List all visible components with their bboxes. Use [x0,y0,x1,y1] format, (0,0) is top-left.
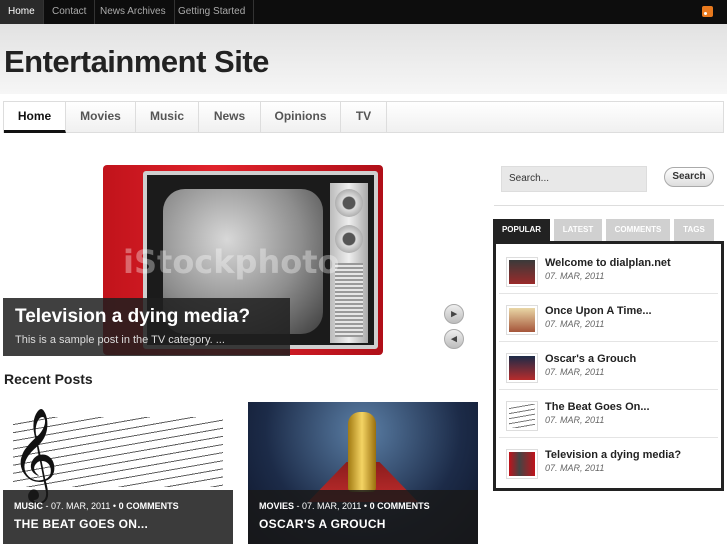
post-title[interactable]: THE BEAT GOES ON... [14,517,222,531]
topnav-news-archives[interactable]: News Archives [92,0,175,24]
nav-opinions[interactable]: Opinions [261,102,341,133]
list-item-date: 07. MAR, 2011 [545,367,605,377]
top-bar: Home Contact News Archives Getting Start… [0,0,727,24]
list-item-title[interactable]: The Beat Goes On... [545,401,650,413]
nav-home[interactable]: Home [4,102,66,133]
tab-comments[interactable]: COMMENTS [606,219,670,241]
slide-excerpt: This is a sample post in the TV category… [15,334,225,346]
list-item-title[interactable]: Oscar's a Grouch [545,353,636,365]
list-item-date: 07. MAR, 2011 [545,463,605,473]
tv-knob [335,189,363,217]
main-nav: Home Movies Music News Opinions TV [3,101,724,133]
list-item[interactable]: Television a dying media? 07. MAR, 2011 [499,438,718,486]
slide-title[interactable]: Television a dying media? [15,306,278,328]
trophy-image [348,412,376,492]
list-item-date: 07. MAR, 2011 [545,319,605,329]
site-title[interactable]: Entertainment Site [4,44,269,80]
search-input[interactable]: Search... [501,166,647,192]
treble-clef-icon: 𝄞 [11,407,59,500]
site-header: Entertainment Site [0,24,727,94]
list-item[interactable]: Welcome to dialplan.net 07. MAR, 2011 [499,246,718,294]
tab-tags[interactable]: TAGS [674,219,714,241]
watermark: iStockphoto [123,243,340,281]
list-item-title[interactable]: Once Upon A Time... [545,305,652,317]
nav-movies[interactable]: Movies [66,102,136,133]
post-thumbnail [506,401,538,431]
featured-slider[interactable]: iStockphoto Television a dying media? Th… [3,165,475,358]
nav-tv[interactable]: TV [341,102,387,133]
list-item[interactable]: Once Upon A Time... 07. MAR, 2011 [499,294,718,342]
post-meta: MOVIES - 07. MAR, 2011 • 0 COMMENTS [259,501,430,511]
chevron-left-icon[interactable]: ◂ [444,329,464,349]
search-button[interactable]: Search [664,167,714,187]
chevron-right-icon[interactable]: ▸ [444,304,464,324]
list-item[interactable]: Oscar's a Grouch 07. MAR, 2011 [499,342,718,390]
post-thumbnail [506,353,538,383]
recent-post-card[interactable]: 𝄞 MUSIC - 07. MAR, 2011 • 0 COMMENTS THE… [3,402,233,544]
list-item[interactable]: The Beat Goes On... 07. MAR, 2011 [499,390,718,438]
post-thumbnail [506,257,538,287]
post-thumbnail [506,305,538,335]
nav-news[interactable]: News [199,102,261,133]
recent-posts-heading: Recent Posts [4,371,93,387]
post-caption: MOVIES - 07. MAR, 2011 • 0 COMMENTS OSCA… [248,490,478,544]
sidebar-divider [494,205,724,206]
topnav-getting-started[interactable]: Getting Started [170,0,255,24]
rss-icon[interactable] [702,6,713,17]
topnav-home[interactable]: Home [0,0,44,24]
recent-post-card[interactable]: MOVIES - 07. MAR, 2011 • 0 COMMENTS OSCA… [248,402,478,544]
tab-latest[interactable]: LATEST [554,219,602,241]
topnav-contact[interactable]: Contact [44,0,96,24]
list-item-title[interactable]: Television a dying media? [545,449,681,461]
post-title[interactable]: OSCAR'S A GROUCH [259,517,467,531]
nav-music[interactable]: Music [136,102,199,133]
post-thumbnail [506,449,538,479]
list-item-title[interactable]: Welcome to dialplan.net [545,257,671,269]
post-caption: MUSIC - 07. MAR, 2011 • 0 COMMENTS THE B… [3,490,233,544]
tab-popular[interactable]: POPULAR [493,219,550,241]
list-item-date: 07. MAR, 2011 [545,415,605,425]
list-item-date: 07. MAR, 2011 [545,271,605,281]
popular-posts-list: Welcome to dialplan.net 07. MAR, 2011 On… [493,241,724,491]
slide-caption[interactable]: Television a dying media? This is a samp… [3,298,290,356]
post-meta: MUSIC - 07. MAR, 2011 • 0 COMMENTS [14,501,179,511]
